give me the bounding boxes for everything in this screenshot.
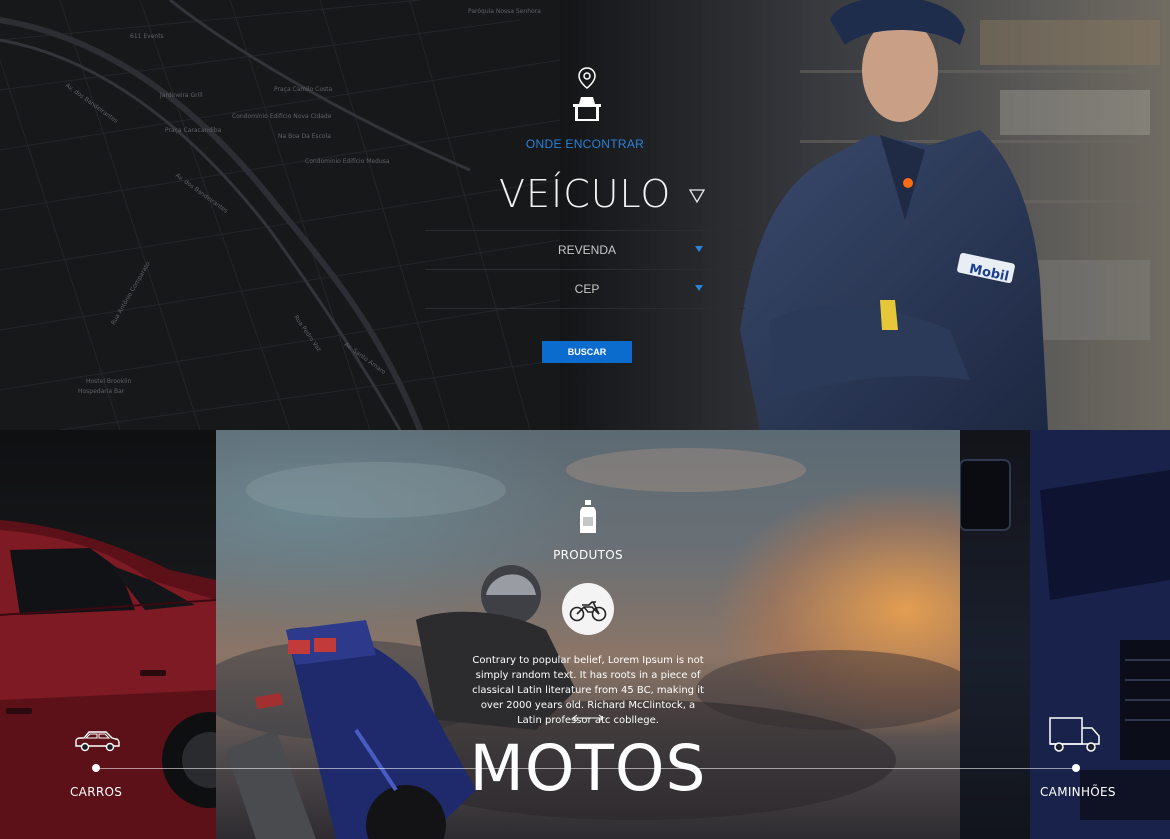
active-category-title: MOTOS	[469, 732, 707, 805]
motorcycle-category-badge	[562, 583, 614, 635]
map-label: Hospedaria Bar	[78, 388, 125, 395]
motorcycle-icon	[569, 601, 607, 622]
vehicle-type-title[interactable]: VEÍCULO	[499, 172, 671, 216]
red-car-photo	[0, 520, 216, 839]
mechanic-photo: Mobil	[740, 0, 1048, 430]
map-label: Na Boa Da Escola	[278, 133, 331, 140]
products-heading: PRODUTOS	[553, 548, 623, 562]
dealer-select[interactable]: REVENDA	[425, 230, 745, 269]
map-label: 611 Events	[130, 33, 164, 40]
category-label-carros[interactable]: CARROS	[70, 785, 122, 799]
timeline-dot-carros[interactable]	[92, 764, 100, 772]
map-label: Hostel Brooklin	[86, 378, 132, 385]
search-heading: ONDE ENCONTRAR	[525, 137, 645, 151]
search-panel: ONDE ENCONTRAR VEÍCULO REVENDA CEP BUSCA…	[425, 60, 745, 380]
map-label: Paróquia Nossa Senhora	[468, 8, 541, 15]
search-button[interactable]: BUSCAR	[542, 341, 632, 363]
triangle-down-icon[interactable]	[689, 189, 705, 203]
map-label: Praça Camilo Costa	[274, 86, 333, 93]
blue-truck-photo	[960, 430, 1170, 839]
swipe-arrows-icon[interactable]	[572, 713, 604, 723]
divider	[425, 308, 745, 309]
store-locator-hero: 611 Events Av. dos Bandeirantes Jardinei…	[0, 0, 1170, 430]
map-label: Condomínio Edifício Medusa	[305, 158, 390, 165]
timeline-dot-caminhoes[interactable]	[1072, 764, 1080, 772]
map-label: Praça Caracandiba	[165, 127, 222, 134]
car-icon[interactable]	[74, 728, 120, 752]
caret-down-icon	[695, 246, 703, 252]
oil-bottle-icon	[580, 500, 596, 533]
map-label: Jardineira Grill	[160, 92, 203, 99]
zipcode-select[interactable]: CEP	[425, 269, 745, 308]
truck-icon[interactable]	[1048, 716, 1102, 754]
caret-down-icon	[695, 285, 703, 291]
car-lift-location-icon	[573, 67, 601, 121]
map-label: Condomínio Edifício Nova Cidade	[232, 113, 332, 120]
category-label-caminhoes[interactable]: CAMINHÕES	[1040, 785, 1116, 799]
